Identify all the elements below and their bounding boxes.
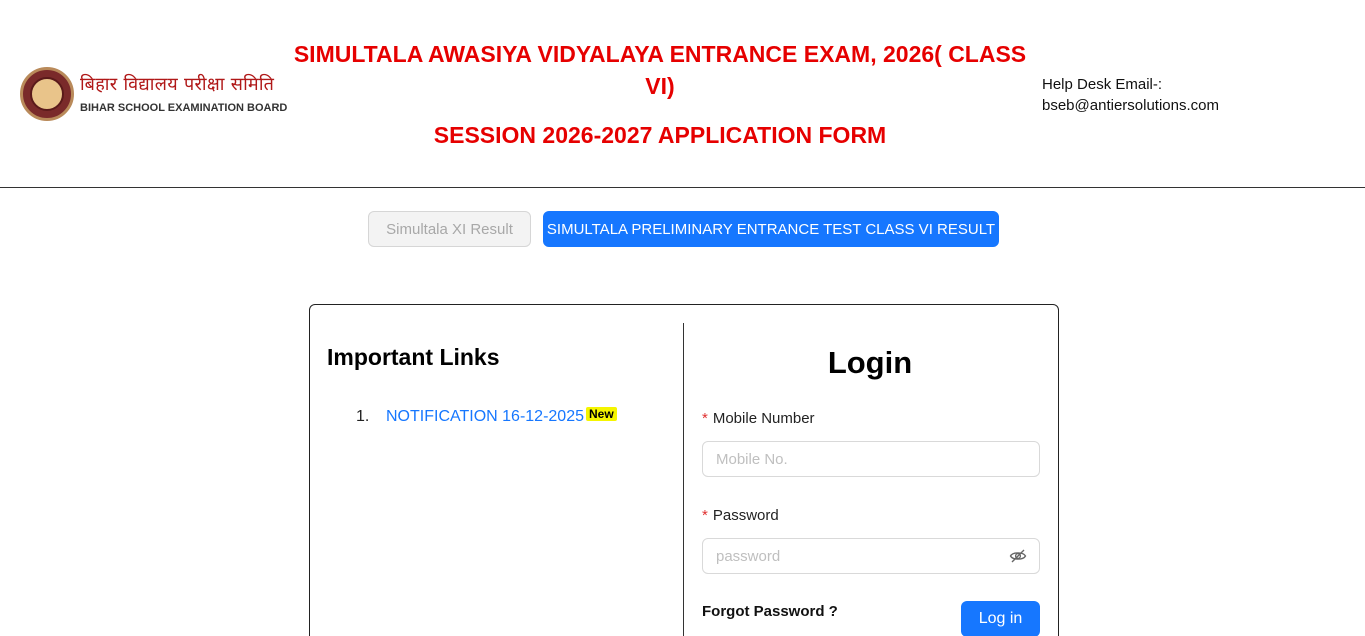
page-header: बिहार विद्यालय परीक्षा समिति BIHAR SCHOO… [0, 0, 1365, 188]
password-label-text: Password [712, 507, 779, 524]
login-title: Login [827, 345, 913, 380]
password-label: * Password [702, 507, 779, 524]
logo-english-text: BIHAR SCHOOL EXAMINATION BOARD [80, 102, 288, 114]
bseb-logo[interactable]: बिहार विद्यालय परीक्षा समिति BIHAR SCHOO… [20, 67, 287, 121]
mobile-number-label-text: Mobile Number [712, 410, 815, 427]
simultala-vi-result-button[interactable]: SIMULTALA PRELIMINARY ENTRANCE TEST CLAS… [543, 211, 999, 247]
logo-hindi-text: बिहार विद्यालय परीक्षा समिति [80, 74, 275, 95]
logo-text: बिहार विद्यालय परीक्षा समिति BIHAR SCHOO… [80, 74, 287, 114]
list-item-number: 1. [356, 408, 370, 425]
eye-invisible-icon[interactable] [1009, 547, 1027, 565]
important-links-title: Important Links [327, 344, 500, 370]
password-input[interactable] [702, 538, 1040, 574]
help-desk-label: Help Desk Email-: [1042, 76, 1163, 93]
new-badge: New [585, 407, 617, 421]
bseb-seal-icon [20, 67, 74, 121]
required-mark: * [702, 507, 708, 524]
required-mark: * [702, 410, 708, 427]
forgot-password-link[interactable]: Forgot Password ? [702, 603, 838, 620]
mobile-number-label: * Mobile Number [702, 410, 815, 427]
list-item: 1. NOTIFICATION 16-12-2025 New [356, 407, 617, 426]
page-subtitle: SESSION 2026-2027 APPLICATION FORM [433, 122, 887, 148]
simultala-xi-result-button[interactable]: Simultala XI Result [368, 211, 531, 247]
login-button[interactable]: Log in [961, 601, 1040, 636]
card-divider [683, 323, 684, 636]
help-desk-email[interactable]: bseb@antiersolutions.com [1042, 95, 1219, 116]
mobile-number-input[interactable] [702, 441, 1040, 477]
notification-link[interactable]: NOTIFICATION 16-12-2025 [386, 408, 584, 426]
help-desk: Help Desk Email-: bseb@antiersolutions.c… [1042, 74, 1219, 116]
page-title-block: SIMULTALA AWASIYA VIDYALAYA ENTRANCE EXA… [290, 38, 1030, 151]
page-title: SIMULTALA AWASIYA VIDYALAYA ENTRANCE EXA… [293, 41, 1027, 99]
